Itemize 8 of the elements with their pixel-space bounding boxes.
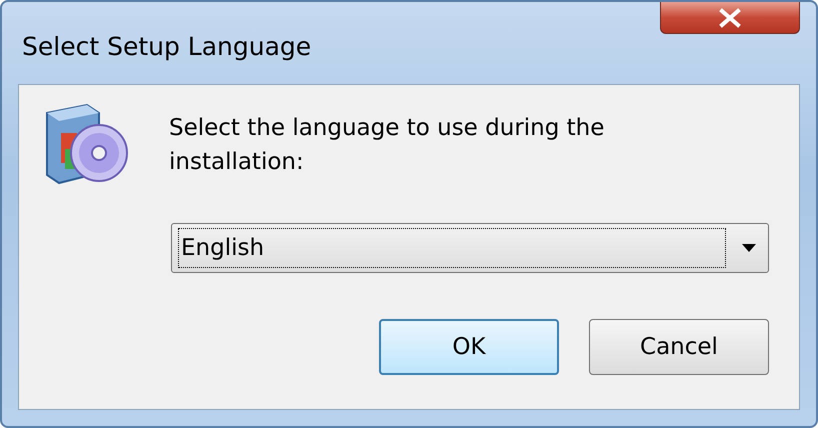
instruction-text: Select the language to use during the installation: xyxy=(169,114,606,177)
close-button[interactable] xyxy=(660,2,800,34)
language-dropdown[interactable]: English xyxy=(171,223,769,273)
close-icon xyxy=(718,8,742,28)
ok-button[interactable]: OK xyxy=(379,319,559,375)
window-title: Select Setup Language xyxy=(22,32,312,61)
cancel-button[interactable]: Cancel xyxy=(589,319,769,375)
dropdown-arrow-icon xyxy=(742,244,756,252)
